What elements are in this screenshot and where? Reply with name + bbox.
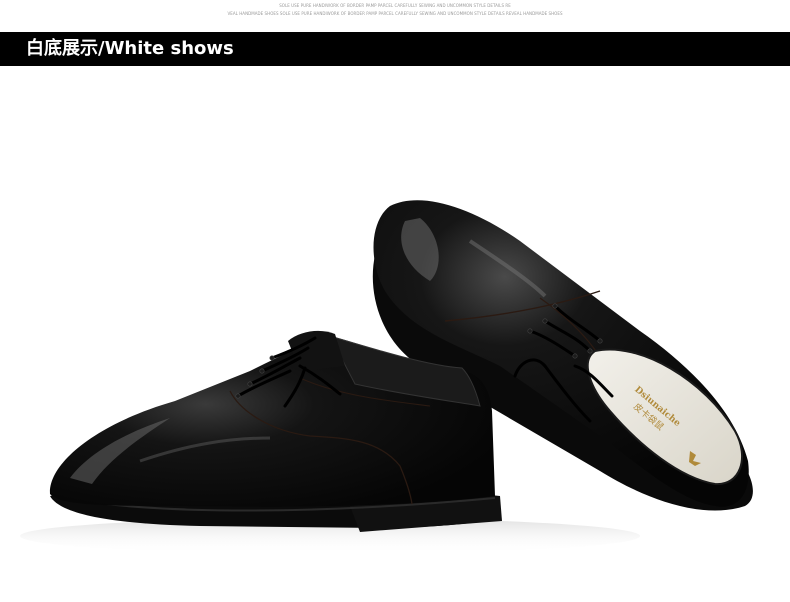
header-tagline-2: VEAL HANDMADE SHOES SOLE USE PURE HANDIW… (227, 11, 563, 16)
section-banner: 白底展示/White shows (0, 32, 790, 66)
header-tagline-1: SOLE USE PURE HANDIWORK OF BORDER PAMP P… (279, 3, 511, 8)
product-photo: Dsiunaiche 皮卡袋鼠 (20, 200, 753, 554)
banner-title: 白底展示/White shows (26, 38, 234, 59)
